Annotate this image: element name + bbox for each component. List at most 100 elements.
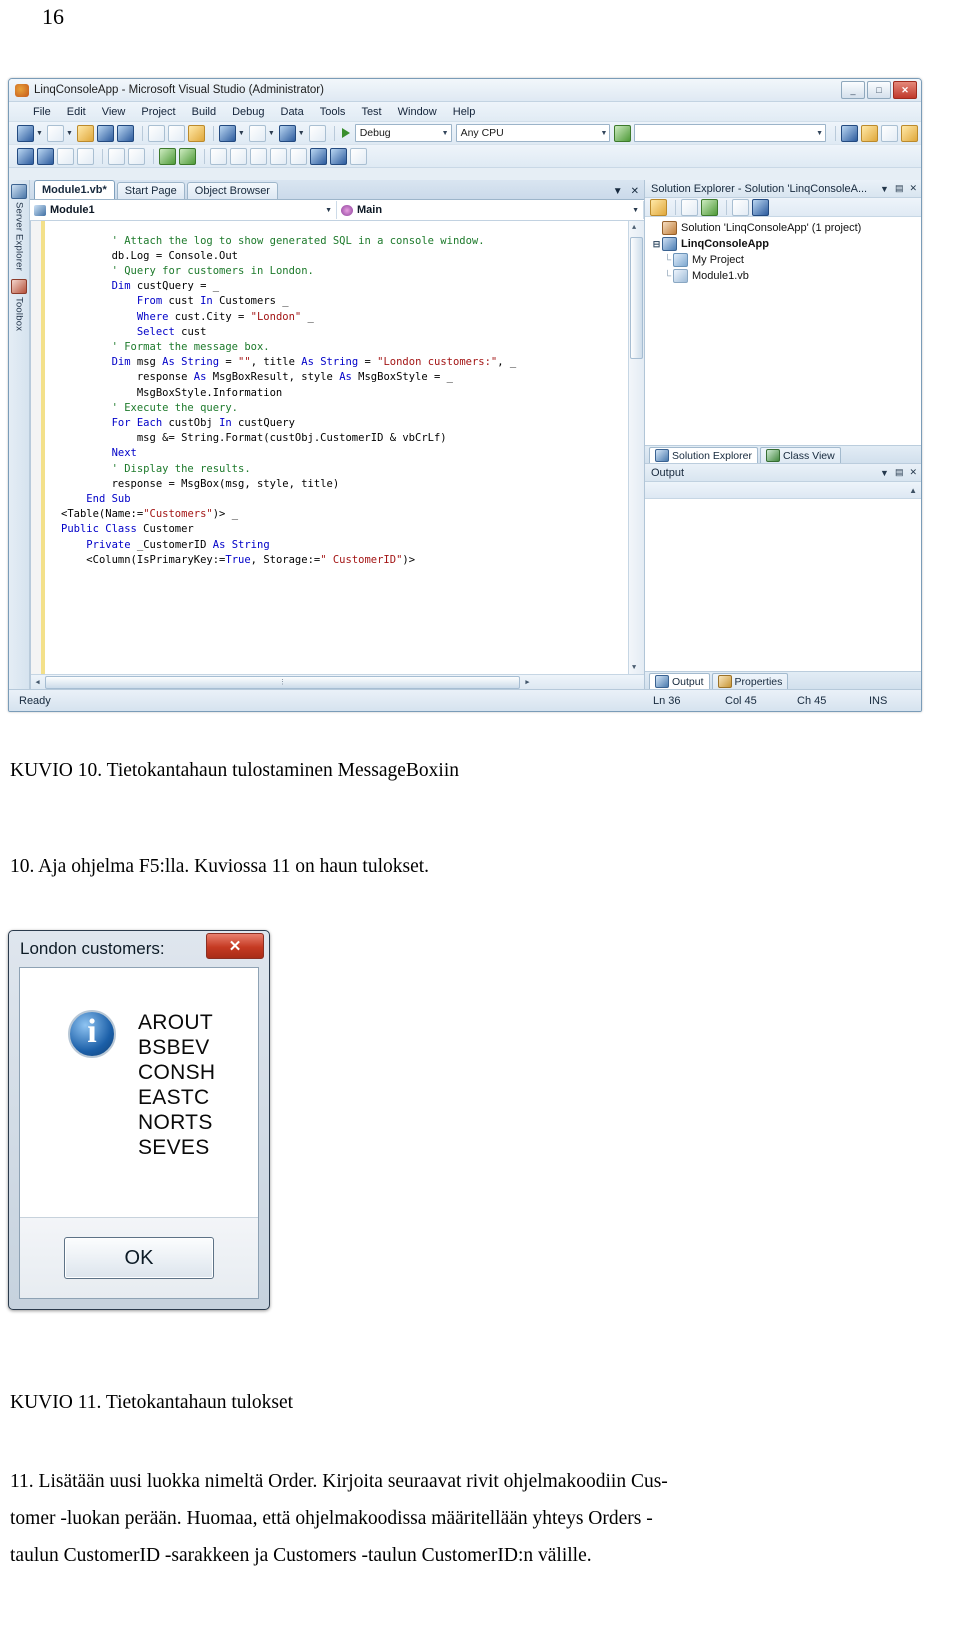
tab-module1-vb[interactable]: Module1.vb* [34,180,115,199]
solution-configuration-combo[interactable]: Debug ▼ [354,124,452,142]
comment-lines-icon[interactable] [108,147,125,165]
new-project-icon[interactable] [17,124,34,142]
toolbox-icon[interactable] [861,124,878,142]
close-button[interactable]: ✕ [893,81,917,99]
object-browser-icon[interactable] [841,124,858,142]
menu-item-view[interactable]: View [94,106,134,118]
view-code-icon[interactable] [732,198,749,216]
navigate-dropdown-icon[interactable]: ▼ [298,130,305,137]
menu-item-edit[interactable]: Edit [59,106,94,118]
navigate-backward-icon[interactable] [278,124,296,142]
output-panel-body[interactable] [645,499,921,671]
dock-tab-output[interactable]: Output [649,673,710,689]
toggle-bookmark-icon[interactable] [210,147,227,165]
ok-button[interactable]: OK [64,1237,214,1279]
panel-menu-icon[interactable]: ▼ [880,184,889,194]
navigate-forward-icon[interactable] [308,124,326,142]
menu-item-project[interactable]: Project [133,106,183,118]
properties-window-icon[interactable] [881,124,898,142]
solution-platform-combo[interactable]: Any CPU ▼ [455,124,611,142]
previous-bookmark-folder-icon[interactable] [270,147,287,165]
clear-bookmarks-icon[interactable] [310,147,327,165]
tree-node-module1-vb[interactable]: └ Module1.vb [651,268,921,284]
insert-snippet-icon[interactable] [57,147,74,165]
code-text[interactable]: ' Attach the log to show generated SQL i… [61,234,626,665]
toggle-all-bookmarks-icon[interactable] [330,147,347,165]
maximize-button[interactable]: □ [867,81,891,99]
copy-icon[interactable] [167,124,185,142]
member-navigation-combo[interactable]: Main ▼ [337,201,644,219]
menu-item-data[interactable]: Data [273,106,312,118]
open-file-icon[interactable] [76,124,94,142]
output-scroll-up-icon[interactable]: ▲ [909,486,917,495]
tree-node-my-project[interactable]: └ My Project [651,252,921,268]
panel-menu-icon[interactable]: ▼ [880,468,889,478]
undo-icon[interactable] [218,124,236,142]
menu-item-file[interactable]: File [25,106,59,118]
start-debugging-icon[interactable] [341,128,350,138]
type-navigation-combo[interactable]: Module1 ▼ [30,201,337,219]
increase-indent-icon[interactable] [159,147,176,165]
next-bookmark-icon[interactable] [250,147,267,165]
auto-hide-pin-icon[interactable]: ▤ [895,183,904,194]
server-explorer-icon[interactable] [11,184,27,199]
menu-item-test[interactable]: Test [353,106,389,118]
uncomment-lines-icon[interactable] [128,147,145,165]
next-bookmark-folder-icon[interactable] [290,147,307,165]
save-all-icon[interactable] [116,124,134,142]
menu-item-debug[interactable]: Debug [224,106,272,118]
menu-item-tools[interactable]: Tools [312,106,354,118]
editor-horizontal-scrollbar[interactable]: ◀ ⋮ ▶ [31,674,644,689]
editor-vertical-scrollbar[interactable]: ▲ ▼ [628,221,644,675]
save-icon[interactable] [96,124,114,142]
scroll-up-arrow-icon[interactable]: ▲ [632,224,636,232]
dock-tab-class-view[interactable]: Class View [759,447,841,463]
tree-node-solution[interactable]: Solution 'LinqConsoleApp' (1 project) [651,220,921,236]
vertical-scroll-thumb[interactable] [630,237,643,359]
minimize-button[interactable]: _ [841,81,865,99]
close-panel-icon[interactable]: ✕ [909,467,917,478]
auto-hide-pin-icon[interactable]: ▤ [895,467,904,478]
toolbox-panel-icon[interactable] [11,279,27,294]
cut-icon[interactable] [147,124,165,142]
increase-font-icon[interactable] [77,147,94,165]
redo-icon[interactable] [248,124,266,142]
undo-dropdown-icon[interactable]: ▼ [238,130,245,137]
find-symbol-icon[interactable] [37,147,54,165]
rail-item-server-explorer[interactable]: Server Explorer [14,202,25,271]
scroll-left-arrow-icon[interactable]: ◀ [31,678,44,687]
menu-item-help[interactable]: Help [445,106,484,118]
add-item-dropdown-icon[interactable]: ▼ [66,130,73,137]
find-combo[interactable]: ▼ [634,124,826,142]
new-project-dropdown-icon[interactable]: ▼ [36,130,43,137]
tab-list-dropdown-icon[interactable]: ▼ [613,186,623,197]
scroll-down-arrow-icon[interactable]: ▼ [632,664,636,672]
horizontal-scroll-thumb[interactable]: ⋮ [45,675,520,689]
menu-item-build[interactable]: Build [184,106,224,118]
tree-expander[interactable]: ⊟ [651,239,662,250]
close-document-icon[interactable]: ✕ [631,186,639,197]
show-all-files-icon[interactable] [681,198,698,216]
code-editor[interactable]: ' Attach the log to show generated SQL i… [30,221,644,689]
dock-tab-properties[interactable]: Properties [711,673,789,689]
previous-bookmark-icon[interactable] [230,147,247,165]
scroll-right-arrow-icon[interactable]: ▶ [521,678,534,687]
tab-start-page[interactable]: Start Page [116,182,185,199]
menu-item-window[interactable]: Window [390,106,445,118]
view-class-diagram-icon[interactable] [752,198,769,216]
rail-item-toolbox[interactable]: Toolbox [14,297,25,331]
add-new-item-icon[interactable] [46,124,64,142]
properties-icon[interactable] [650,198,667,216]
close-panel-icon[interactable]: ✕ [909,183,917,194]
tab-object-browser[interactable]: Object Browser [186,182,278,199]
decrease-indent-icon[interactable] [179,147,196,165]
bookmark-window-icon[interactable] [350,147,367,165]
refresh-icon[interactable] [701,198,718,216]
paste-icon[interactable] [187,124,205,142]
tools-options-icon[interactable] [901,124,918,142]
tree-node-project[interactable]: ⊟ LinqConsoleApp [651,236,921,252]
dock-tab-solution-explorer[interactable]: Solution Explorer [649,447,758,463]
display-class-view-icon[interactable] [17,147,34,165]
redo-dropdown-icon[interactable]: ▼ [268,130,275,137]
solution-explorer-tree[interactable]: Solution 'LinqConsoleApp' (1 project) ⊟ … [645,217,921,445]
